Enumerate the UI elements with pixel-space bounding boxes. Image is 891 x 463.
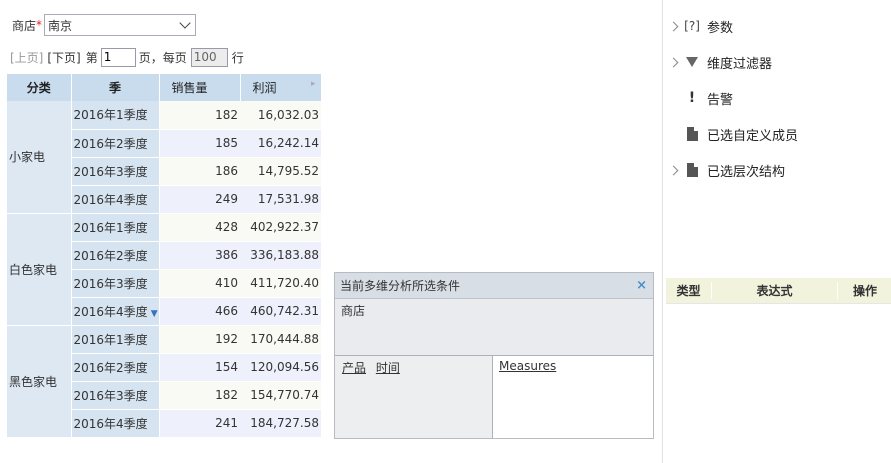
table-header-row: 分类 季 销售量 利润 <box>7 74 322 101</box>
quarter-cell[interactable]: 2016年1季度 <box>71 325 160 354</box>
quarter-cell[interactable]: 2016年3季度 <box>71 381 160 410</box>
panel-item-hierarchy[interactable]: 已选层次结构 <box>668 160 786 180</box>
store-filter: 商店 * 南京 <box>12 14 197 36</box>
sales-cell: 182 <box>159 381 240 410</box>
popup-header: 当前多维分析所选条件 × <box>335 273 653 299</box>
profit-cell: 336,183.88 <box>240 241 321 270</box>
doc-icon <box>685 127 699 142</box>
profit-cell: 402,922.37 <box>240 213 321 242</box>
sales-cell: 185 <box>159 129 240 158</box>
panel-item-dimension-filter[interactable]: 维度过滤器 <box>668 52 773 72</box>
quarter-cell[interactable]: 2016年4季度 <box>71 409 160 438</box>
profit-cell: 14,795.52 <box>240 157 321 186</box>
pivot-table: 分类 季 销售量 利润 小家电 2016年1季度 182 16,032.03 2… <box>7 74 322 438</box>
columns-item-measures[interactable]: Measures <box>499 359 556 373</box>
store-select[interactable]: 南京 <box>44 14 197 36</box>
caret-down-icon[interactable]: ▼ <box>151 309 158 319</box>
columns-area: Measures <box>493 356 653 438</box>
page-prefix: 第 <box>85 50 98 65</box>
page-number-input[interactable] <box>100 47 136 67</box>
quarter-cell[interactable]: 2016年2季度 <box>71 353 160 382</box>
rows-area: 产品 时间 <box>335 356 493 438</box>
expr-col-action: 操作 <box>852 284 877 298</box>
table-row: 小家电 2016年1季度 182 16,032.03 <box>7 101 321 214</box>
quarter-cell[interactable]: 2016年4季度 <box>71 185 160 214</box>
sales-cell: 154 <box>159 353 240 382</box>
expression-table-header: 类型 表达式 操作 <box>666 278 891 304</box>
col-header-quarter[interactable]: 季 <box>71 74 160 101</box>
quarter-cell[interactable]: 2016年3季度 <box>71 269 160 298</box>
pager: [上页] [下页] 第 页，每页 行 <box>10 47 244 67</box>
category-cell[interactable]: 小家电 <box>7 101 72 214</box>
axes-area: 产品 时间 Measures <box>335 356 653 438</box>
slicer-area: 商店 <box>335 299 653 356</box>
quarter-cell-label: 2016年4季度 <box>73 304 148 319</box>
required-mark: * <box>36 18 43 32</box>
category-cell[interactable]: 白色家电 <box>7 213 72 326</box>
slicer-item[interactable]: 商店 <box>341 304 365 318</box>
store-filter-label: 商店 <box>12 18 37 33</box>
next-page-link[interactable]: [下页] <box>47 49 80 66</box>
right-panel: [?] 参数 维度过滤器 ! 告警 已选自定义成员 已选层次结构 类型 表达式 … <box>662 0 891 463</box>
sales-cell: 182 <box>159 101 240 130</box>
alert-icon: ! <box>688 90 696 106</box>
profit-cell: 17,531.98 <box>240 185 321 214</box>
doc-icon <box>685 163 699 178</box>
quarter-cell[interactable]: 2016年1季度 <box>71 213 160 242</box>
table-row: 白色家电 2016年1季度 428 402,922.37 <box>7 213 321 326</box>
sales-cell: 192 <box>159 325 240 354</box>
sales-cell: 249 <box>159 185 240 214</box>
quarter-cell[interactable]: 2016年2季度 <box>71 241 160 270</box>
category-cell[interactable]: 黑色家电 <box>7 325 72 438</box>
chevron-right-icon <box>668 165 679 175</box>
panel-item-label: 维度过滤器 <box>707 56 773 72</box>
profit-cell: 154,770.74 <box>240 381 321 410</box>
store-select-value: 南京 <box>48 18 73 33</box>
quarter-cell[interactable]: 2016年4季度 ▼ <box>71 297 160 326</box>
quarter-cell[interactable]: 2016年3季度 <box>71 157 160 186</box>
page-suffix: 页，每页 <box>138 50 187 65</box>
panel-item-label: 参数 <box>707 20 734 36</box>
panel-item-params[interactable]: [?] 参数 <box>668 16 734 36</box>
chevron-right-icon <box>668 57 679 67</box>
quarter-cell[interactable]: 2016年2季度 <box>71 129 160 158</box>
close-icon[interactable]: × <box>636 278 647 293</box>
rows-item-time[interactable]: 时间 <box>376 361 400 375</box>
profit-cell: 16,242.14 <box>240 129 321 158</box>
profit-cell: 16,032.03 <box>240 101 321 130</box>
param-icon: [?] <box>684 19 700 33</box>
profit-cell: 120,094.56 <box>240 353 321 382</box>
panel-item-label: 告警 <box>707 92 734 108</box>
table-row: 黑色家电 2016年1季度 192 170,444.88 <box>7 325 321 438</box>
sales-cell: 466 <box>159 297 240 326</box>
page-size-input[interactable] <box>190 47 228 67</box>
expr-col-type: 类型 <box>676 284 701 298</box>
panel-item-custom-members[interactable]: 已选自定义成员 <box>670 124 798 144</box>
col-header-category[interactable]: 分类 <box>7 74 72 101</box>
profit-cell: 411,720.40 <box>240 269 321 298</box>
rows-item-product[interactable]: 产品 <box>342 361 366 375</box>
filter-icon <box>685 55 699 70</box>
panel-item-label: 已选自定义成员 <box>707 128 799 144</box>
profit-cell: 460,742.31 <box>240 297 321 326</box>
panel-item-alert[interactable]: ! 告警 <box>670 88 733 108</box>
page-size-suffix: 行 <box>231 50 244 65</box>
popup-title: 当前多维分析所选条件 <box>340 279 461 293</box>
sales-cell: 410 <box>159 269 240 298</box>
conditions-popup: 当前多维分析所选条件 × 商店 产品 时间 Measures <box>334 272 654 439</box>
expr-col-expression: 表达式 <box>711 282 838 299</box>
sales-cell: 386 <box>159 241 240 270</box>
col-header-profit[interactable]: 利润 <box>240 74 322 101</box>
quarter-cell[interactable]: 2016年1季度 <box>71 101 160 130</box>
sales-cell: 186 <box>159 157 240 186</box>
sales-cell: 241 <box>159 409 240 438</box>
sales-cell: 428 <box>159 213 240 242</box>
col-header-sales[interactable]: 销售量 <box>159 74 241 101</box>
profit-cell: 184,727.58 <box>240 409 321 438</box>
panel-item-label: 已选层次结构 <box>707 164 786 180</box>
chevron-right-icon <box>668 21 679 31</box>
profit-cell: 170,444.88 <box>240 325 321 354</box>
prev-page-link[interactable]: [上页] <box>10 49 43 66</box>
chevron-down-icon <box>179 17 191 29</box>
